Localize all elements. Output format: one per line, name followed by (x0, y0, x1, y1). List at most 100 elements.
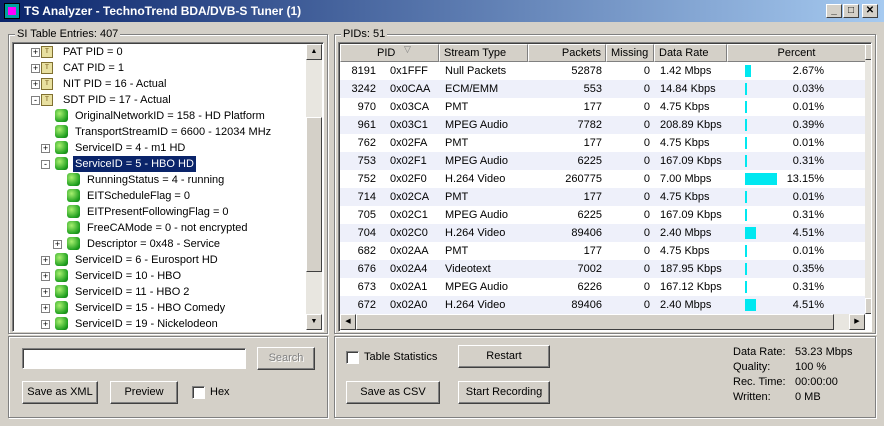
start-recording-button[interactable]: Start Recording (458, 381, 550, 404)
table-row[interactable]: 682 0x02AA PMT 177 0 4.75 Kbps 0.01% (340, 242, 865, 260)
expand-icon[interactable]: + (41, 272, 50, 281)
tree-node[interactable]: + T NIT PID = 16 - Actual (13, 76, 305, 92)
preview-button[interactable]: Preview (110, 381, 178, 404)
table-scroll-down-icon[interactable]: ▼ (865, 298, 871, 314)
stream-type-cell: H.264 Video (445, 227, 506, 239)
table-row[interactable]: 8191 0x1FFF Null Packets 52878 0 1.42 Mbps 2.6… (340, 62, 865, 80)
tree-node[interactable]: FreeCAMode = 0 - not encrypted (13, 220, 305, 236)
save-as-xml-button[interactable]: Save as XML (22, 381, 98, 404)
tree-vertical-scrollbar[interactable]: ▲ ▼ (306, 44, 322, 330)
stat-label: Data Rate: (733, 346, 786, 358)
scroll-up-icon[interactable]: ▲ (306, 44, 322, 60)
table-row[interactable]: 753 0x02F1 MPEG Audio 6225 0 167.09 Kbps 0.31% (340, 152, 865, 170)
column-header-stream-type[interactable]: Stream Type (439, 44, 528, 62)
search-field-frame (22, 348, 246, 369)
column-header-missing[interactable]: Missing (606, 44, 654, 62)
table-row[interactable]: 714 0x02CA PMT 177 0 4.75 Kbps 0.01% (340, 188, 865, 206)
scroll-right-icon[interactable]: ▶ (849, 314, 865, 330)
table-row[interactable]: 705 0x02C1 MPEG Audio 6225 0 167.09 Kbps 0.31% (340, 206, 865, 224)
scroll-left-icon[interactable]: ◀ (340, 314, 356, 330)
expand-icon[interactable]: + (31, 64, 40, 73)
column-header-percent[interactable]: Percent (727, 44, 866, 62)
search-button[interactable]: Search (257, 347, 315, 370)
scroll-down-icon[interactable]: ▼ (306, 314, 322, 330)
tree-node[interactable]: + T CAT PID = 1 (13, 60, 305, 76)
tree-node[interactable]: - ServiceID = 5 - HBO HD (13, 156, 305, 172)
table-row[interactable]: 970 0x03CA PMT 177 0 4.75 Kbps 0.01% (340, 98, 865, 116)
close-button[interactable]: ✕ (862, 4, 878, 18)
tree-node[interactable]: + ServiceID = 10 - HBO (13, 268, 305, 284)
table-row[interactable]: 752 0x02F0 H.264 Video 260775 0 7.00 Mbps 13.1… (340, 170, 865, 188)
column-header-data-rate[interactable]: Data Rate (654, 44, 727, 62)
table-row[interactable]: 704 0x02C0 H.264 Video 89406 0 2.40 Mbps 4.51% (340, 224, 865, 242)
table-row[interactable]: 676 0x02A4 Videotext 7002 0 187.95 Kbps 0.35% (340, 260, 865, 278)
save-as-csv-button[interactable]: Save as CSV (346, 381, 440, 404)
tree-node[interactable]: + ServiceID = 6 - Eurosport HD (13, 252, 305, 268)
packets-cell: 7002 (577, 263, 602, 275)
tree-node-label: ServiceID = 5 - HBO HD (73, 156, 196, 172)
green-dot-icon (55, 317, 68, 330)
table-statistics-checkbox[interactable] (346, 351, 359, 364)
missing-cell: 0 (643, 191, 650, 203)
table-hscroll-thumb[interactable] (356, 314, 834, 330)
table-icon: T (41, 62, 53, 74)
tree-scroll-thumb[interactable] (306, 117, 322, 272)
percent-cell: 0.35% (792, 263, 824, 275)
percent-bar (745, 173, 777, 185)
pid-hex-cell: 0x02FA (390, 137, 428, 149)
data-rate-cell: 1.42 Mbps (660, 65, 712, 77)
percent-cell: 0.31% (792, 281, 824, 293)
tree-node[interactable]: + Descriptor = 0x48 - Service (13, 236, 305, 252)
pid-cell: 673 (357, 281, 376, 293)
expand-icon[interactable]: + (53, 240, 62, 249)
pid-cell: 8191 (351, 65, 376, 77)
pid-table[interactable]: PID ▽ Stream Type Packets Missing Data Rate Pe… (338, 42, 872, 332)
collapse-icon[interactable]: - (31, 96, 40, 105)
hex-checkbox[interactable] (192, 386, 205, 399)
expand-icon[interactable]: + (41, 304, 50, 313)
tree-node[interactable]: EITScheduleFlag = 0 (13, 188, 305, 204)
expand-icon[interactable]: + (41, 320, 50, 329)
table-row[interactable]: 673 0x02A1 MPEG Audio 6226 0 167.12 Kbps 0.31% (340, 278, 865, 296)
expand-icon[interactable]: + (41, 288, 50, 297)
green-dot-icon (55, 285, 68, 298)
tree-node[interactable]: + ServiceID = 19 - Nickelodeon (13, 316, 305, 331)
table-row[interactable]: 3242 0x0CAA ECM/EMM 553 0 14.84 Kbps 0.03% (340, 80, 865, 98)
minimize-button[interactable]: _ (826, 4, 842, 18)
column-header-packets[interactable]: Packets (528, 44, 606, 62)
tree-node[interactable]: OriginalNetworkID = 158 - HD Platform (13, 108, 305, 124)
pid-hex-cell: 0x02F0 (390, 173, 427, 185)
table-horizontal-scrollbar[interactable]: ◀ ▶ (340, 314, 865, 330)
tree-node[interactable]: - T SDT PID = 17 - Actual (13, 92, 305, 108)
pid-cell: 682 (357, 245, 376, 257)
percent-bar (745, 263, 747, 275)
table-vertical-scrollbar[interactable]: ▲ ▼ (865, 44, 871, 314)
restart-button[interactable]: Restart (458, 345, 550, 368)
pids-label: PIDs: 51 (341, 28, 388, 40)
tree-node[interactable]: + ServiceID = 4 - m1 HD (13, 140, 305, 156)
expand-icon[interactable]: + (31, 48, 40, 57)
tree-node[interactable]: + T PAT PID = 0 (13, 44, 305, 60)
stream-type-cell: PMT (445, 137, 469, 149)
expand-icon[interactable]: + (31, 80, 40, 89)
hex-label: Hex (210, 386, 230, 398)
table-row[interactable]: 762 0x02FA PMT 177 0 4.75 Kbps 0.01% (340, 134, 865, 152)
tree-node[interactable]: EITPresentFollowingFlag = 0 (13, 204, 305, 220)
percent-bar (745, 65, 751, 77)
table-row[interactable]: 961 0x03C1 MPEG Audio 7782 0 208.89 Kbps 0.39% (340, 116, 865, 134)
tree-node[interactable]: RunningStatus = 4 - running (13, 172, 305, 188)
tree-node[interactable]: + ServiceID = 11 - HBO 2 (13, 284, 305, 300)
collapse-icon[interactable]: - (41, 160, 50, 169)
si-tree[interactable]: ▲ ▼ + T PAT PID = 0 + T CAT PID = 1 + T NIT PID … (12, 42, 324, 332)
tree-node[interactable]: TransportStreamID = 6600 - 12034 MHz (13, 124, 305, 140)
tree-node[interactable]: + ServiceID = 15 - HBO Comedy (13, 300, 305, 316)
missing-cell: 0 (643, 263, 650, 275)
table-scroll-up-icon[interactable]: ▲ (865, 44, 871, 60)
expand-icon[interactable]: + (41, 256, 50, 265)
table-row[interactable]: 672 0x02A0 H.264 Video 89406 0 2.40 Mbps 4.51% (340, 296, 865, 314)
maximize-button[interactable]: □ (843, 4, 859, 18)
search-input[interactable] (25, 350, 243, 367)
expand-icon[interactable]: + (41, 144, 50, 153)
column-header-pid[interactable]: PID (340, 44, 439, 62)
packets-cell: 260775 (565, 173, 602, 185)
